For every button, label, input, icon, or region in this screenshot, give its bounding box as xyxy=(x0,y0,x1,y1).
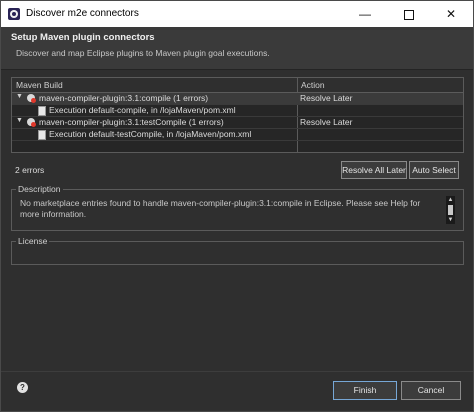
table-row[interactable]: Execution default-compile, in /lojaMaven… xyxy=(12,105,463,117)
table-row[interactable]: ▼ maven-compiler-plugin:3.1:compile (1 e… xyxy=(12,93,463,105)
finish-button[interactable]: Finish xyxy=(333,381,397,400)
license-legend: License xyxy=(16,236,50,246)
cancel-button[interactable]: Cancel xyxy=(401,381,461,400)
scroll-up-icon[interactable]: ▲ xyxy=(446,196,455,204)
description-text: No marketplace entries found to handle m… xyxy=(20,198,421,219)
header-title: Setup Maven plugin connectors xyxy=(11,32,155,43)
eclipse-app-icon xyxy=(8,8,20,20)
table-header: Maven Build Action xyxy=(12,78,463,93)
chevron-down-icon[interactable]: ▼ xyxy=(16,117,23,124)
close-button[interactable]: ✕ xyxy=(429,1,473,27)
footer-divider xyxy=(1,371,473,372)
auto-select-button[interactable]: Auto Select xyxy=(409,161,459,179)
window-title: Discover m2e connectors xyxy=(26,8,139,19)
maximize-icon xyxy=(404,9,414,20)
description-scrollbar[interactable]: ▲ ▼ xyxy=(446,196,455,224)
column-header-action[interactable]: Action xyxy=(301,80,325,90)
table-row[interactable]: Execution default-testCompile, in /lojaM… xyxy=(12,129,463,141)
error-count-label: 2 errors xyxy=(15,165,45,175)
description-group: Description No marketplace entries found… xyxy=(11,184,464,231)
table-row[interactable]: ▼ maven-compiler-plugin:3.1:testCompile … xyxy=(12,117,463,129)
maximize-button[interactable] xyxy=(387,1,431,27)
row-label: Execution default-compile, in /lojaMaven… xyxy=(49,105,236,115)
dialog-header: Setup Maven plugin connectors Discover a… xyxy=(1,27,473,70)
row-action[interactable]: Resolve Later xyxy=(300,117,352,127)
connectors-tree-table[interactable]: Maven Build Action ▼ maven-compiler-plug… xyxy=(11,77,464,153)
title-bar[interactable]: Discover m2e connectors — ✕ xyxy=(1,1,473,27)
row-label: maven-compiler-plugin:3.1:compile (1 err… xyxy=(39,93,209,103)
minimize-button[interactable]: — xyxy=(343,1,387,27)
resolve-all-later-button[interactable]: Resolve All Later xyxy=(341,161,407,179)
license-group: License xyxy=(11,236,464,265)
help-icon[interactable]: ? xyxy=(17,382,28,393)
description-legend: Description xyxy=(16,184,63,194)
scroll-thumb[interactable] xyxy=(448,205,453,215)
header-description: Discover and map Eclipse plugins to Mave… xyxy=(16,48,270,58)
scroll-down-icon[interactable]: ▼ xyxy=(446,216,455,224)
pom-file-icon xyxy=(38,106,46,116)
column-header-maven-build[interactable]: Maven Build xyxy=(16,80,63,90)
row-action[interactable]: Resolve Later xyxy=(300,93,352,103)
row-label: Execution default-testCompile, in /lojaM… xyxy=(49,129,252,139)
chevron-down-icon[interactable]: ▼ xyxy=(16,93,23,100)
error-icon xyxy=(27,118,36,127)
pom-file-icon xyxy=(38,130,46,140)
dialog-window: Discover m2e connectors — ✕ Setup Maven … xyxy=(0,0,474,412)
error-icon xyxy=(27,94,36,103)
row-label: maven-compiler-plugin:3.1:testCompile (1… xyxy=(39,117,224,127)
